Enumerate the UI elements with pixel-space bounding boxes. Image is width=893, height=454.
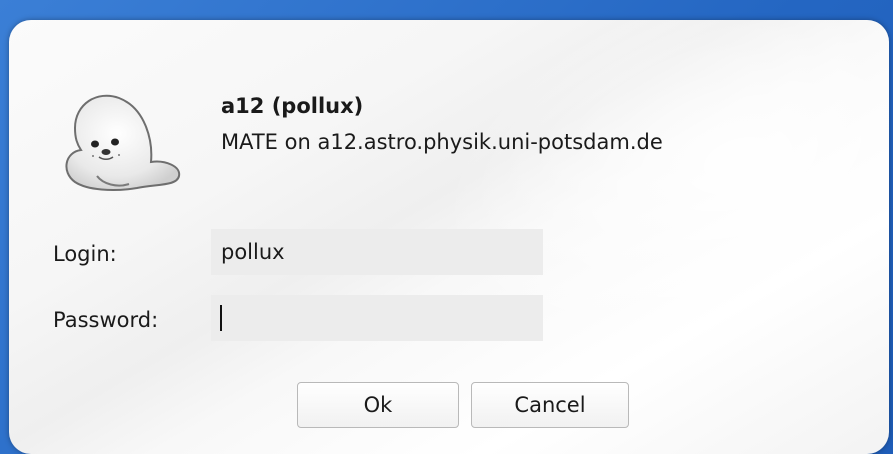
login-field[interactable]: pollux [211,229,543,275]
session-host-subtitle: MATE on a12.astro.physik.uni-potsdam.de [221,130,663,154]
password-label: Password: [53,308,159,332]
password-field[interactable] [211,295,543,341]
cancel-button[interactable]: Cancel [471,382,629,428]
login-dialog: a12 (pollux) MATE on a12.astro.physik.un… [9,20,889,454]
ok-button[interactable]: Ok [297,382,459,428]
seal-avatar-icon [65,94,181,191]
text-caret [220,305,222,331]
dialog-sheen [388,20,889,427]
login-label: Login: [53,242,117,266]
host-title: a12 (pollux) [221,94,364,118]
